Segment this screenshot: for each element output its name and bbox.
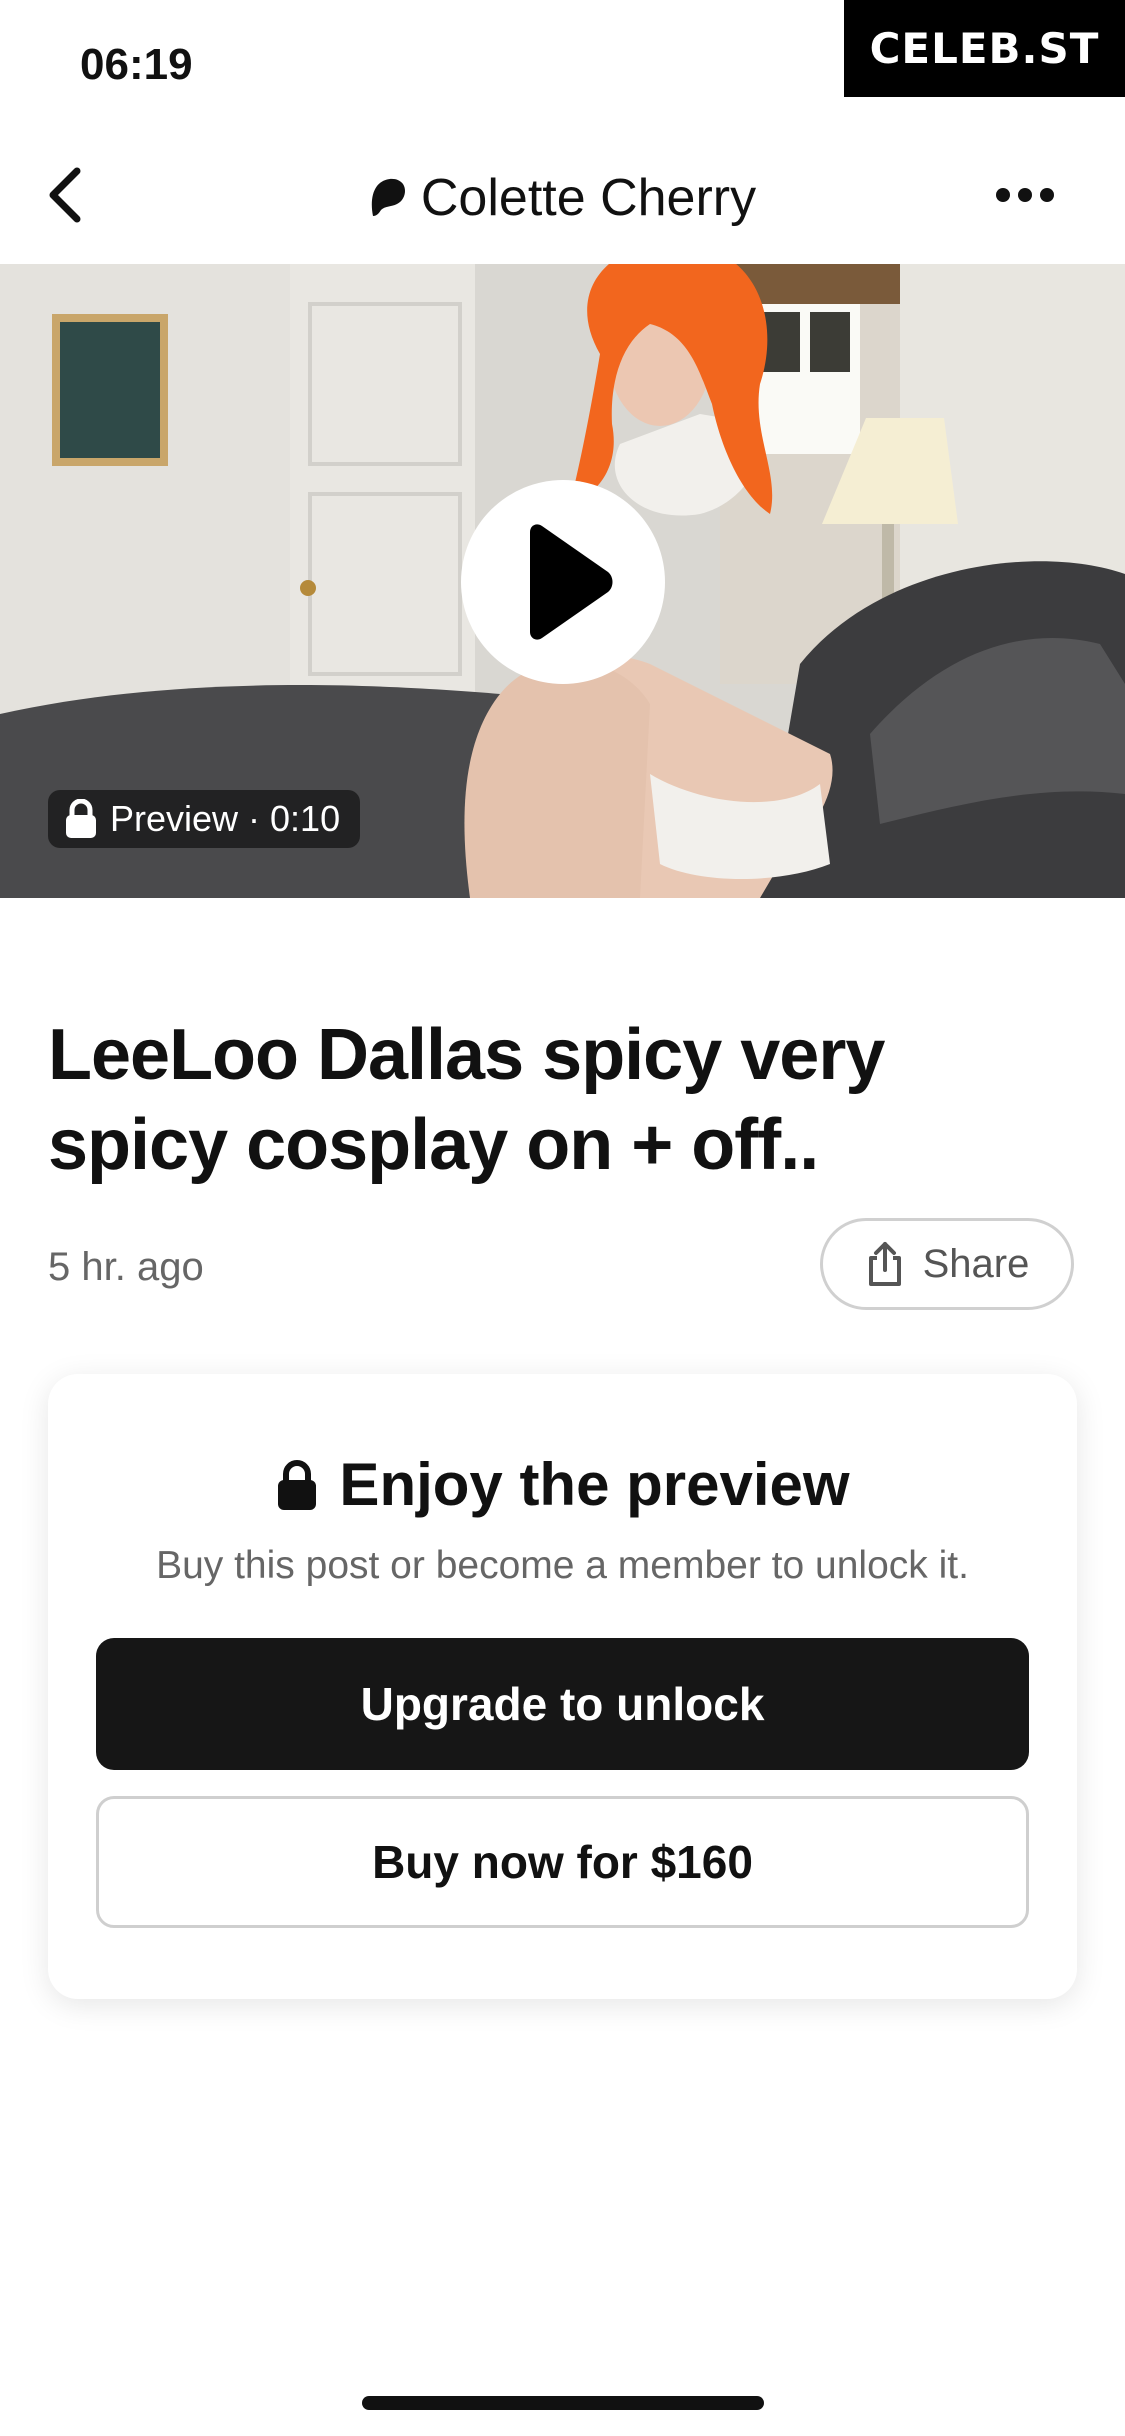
status-time: 06:19 — [80, 40, 193, 89]
preview-badge: Preview · 0:10 — [48, 790, 361, 848]
more-horizontal-icon — [996, 188, 1054, 202]
share-button[interactable]: Share — [820, 1218, 1074, 1310]
creator-name: Colette Cherry — [420, 169, 757, 227]
watermark-logo: CELEB.ST — [844, 0, 1125, 97]
share-icon — [868, 1242, 901, 1286]
play-icon — [530, 524, 613, 640]
unlock-heading-text: Enjoy the preview — [339, 1451, 850, 1518]
post-title: LeeLoo Dallas spicy very spicy cosplay o… — [48, 1015, 885, 1185]
home-indicator[interactable] — [362, 2396, 764, 2410]
preview-label: Preview · 0:10 — [110, 798, 341, 839]
share-label: Share — [922, 1241, 1030, 1286]
more-options-button[interactable] — [985, 160, 1065, 230]
unlock-subtext: Buy this post or become a member to unlo… — [156, 1544, 969, 1587]
patreon-logo-icon — [371, 178, 405, 216]
unlock-card: Enjoy the preview Buy this post or becom… — [48, 1374, 1077, 1999]
lock-icon — [66, 799, 96, 838]
post-timestamp: 5 hr. ago — [48, 1245, 204, 1289]
buy-now-button[interactable]: Buy now for $160 — [96, 1796, 1029, 1928]
top-nav: Colette Cherry — [0, 140, 1125, 250]
lock-icon — [278, 1459, 317, 1510]
video-preview[interactable]: Preview · 0:10 — [0, 264, 1125, 898]
play-button[interactable] — [461, 480, 665, 684]
creator-title[interactable]: Colette Cherry — [0, 168, 1125, 228]
upgrade-button[interactable]: Upgrade to unlock — [96, 1638, 1029, 1770]
unlock-heading: Enjoy the preview — [48, 1450, 1077, 1519]
